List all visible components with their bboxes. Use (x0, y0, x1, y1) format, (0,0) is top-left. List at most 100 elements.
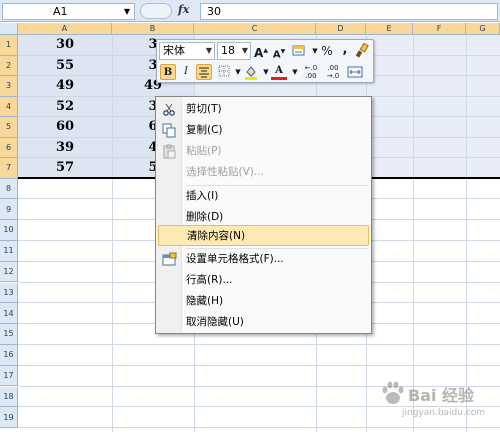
row-header-16[interactable]: 16 (0, 344, 18, 366)
row-header-19[interactable]: 19 (0, 407, 18, 429)
name-box[interactable]: A1 ▼ (2, 3, 135, 20)
formula-bar-buttons[interactable] (140, 3, 172, 19)
watermark-text: Bai 经验 (408, 386, 475, 405)
scissors-icon (163, 103, 175, 116)
grow-font-icon: A (254, 46, 264, 60)
menu-item-unhide[interactable]: 取消隐藏(U) (158, 312, 369, 333)
merge-cells-button[interactable] (347, 64, 363, 80)
column-header-f[interactable]: F (413, 23, 466, 35)
menu-item-label: 取消隐藏(U) (186, 316, 244, 328)
bold-button[interactable]: B (160, 64, 176, 80)
row-header-1[interactable]: 1 (0, 35, 18, 56)
cell-styles-icon (292, 45, 305, 56)
row-header-11[interactable]: 11 (0, 240, 18, 262)
row-header-13[interactable]: 13 (0, 282, 18, 304)
row-header-2[interactable]: 2 (0, 55, 18, 76)
row-header-17[interactable]: 17 (0, 365, 18, 387)
row-header-18[interactable]: 18 (0, 386, 18, 408)
insert-function-button[interactable]: fx (178, 3, 189, 16)
cell-a3[interactable]: 49 (18, 76, 112, 96)
gridline (18, 343, 500, 345)
decrease-decimal-icon: .00 →.0 (326, 64, 340, 80)
menu-item-hide[interactable]: 隐藏(H) (158, 291, 369, 312)
copy-icon (162, 123, 176, 138)
row-header-15[interactable]: 15 (0, 324, 18, 345)
format-cells-icon (162, 252, 177, 266)
menu-item-label: 剪切(T) (186, 103, 222, 115)
menu-item-copy[interactable]: 复制(C) (158, 120, 369, 141)
menu-item-label: 复制(C) (186, 124, 223, 136)
menu-item-format-cells[interactable]: 设置单元格格式(F)... (158, 249, 369, 270)
font-color-button[interactable]: A (271, 63, 287, 80)
increase-decimal-button[interactable]: ←.0 .00 (301, 64, 321, 80)
name-box-value: A1 (53, 5, 68, 18)
format-painter-style-button[interactable] (291, 43, 307, 59)
row-header-8[interactable]: 8 (0, 178, 18, 200)
menu-item-label: 清除内容(N) (187, 230, 246, 242)
merge-center-icon (347, 66, 363, 78)
column-header-a[interactable]: A (18, 23, 112, 35)
fill-color-button[interactable] (243, 64, 259, 80)
column-header-d[interactable]: D (316, 23, 366, 35)
shrink-font-button[interactable]: A▼ (271, 44, 287, 60)
font-size-select[interactable]: 18 ▼ (217, 42, 251, 60)
chevron-down-icon[interactable]: ▼ (124, 4, 130, 19)
menu-item-label: 选择性粘贴(V)... (186, 166, 264, 178)
menu-item-cut[interactable]: 剪切(T) (158, 99, 369, 120)
cell-a7[interactable]: 57 (18, 158, 112, 178)
cell-a5[interactable]: 60 (18, 117, 112, 137)
font-name-value: 宋体 (163, 44, 185, 57)
borders-icon (218, 65, 230, 77)
shrink-font-icon: A (272, 49, 281, 61)
formula-input[interactable]: 30 (200, 3, 498, 20)
italic-button[interactable]: I (178, 64, 194, 80)
fx-area: fx (140, 3, 198, 20)
cell-a4[interactable]: 52 (18, 97, 112, 117)
comma-style-button[interactable]: , (337, 42, 353, 58)
row-header-7[interactable]: 7 (0, 158, 18, 179)
increase-decimal-icon: ←.0 .00 (304, 64, 318, 80)
row-header-4[interactable]: 4 (0, 96, 18, 117)
select-all-corner[interactable] (0, 23, 18, 35)
row-header-12[interactable]: 12 (0, 261, 18, 283)
watermark-url: jingyan.baidu.com (402, 408, 486, 418)
column-header-g[interactable]: G (466, 23, 500, 35)
menu-item-label: 隐藏(H) (186, 295, 224, 307)
cell-a1[interactable]: 30 (18, 35, 112, 55)
percent-style-button[interactable]: % (319, 43, 335, 59)
align-center-icon (199, 67, 209, 78)
cell-a2[interactable]: 55 (18, 56, 112, 76)
formula-bar: A1 ▼ fx 30 (0, 0, 500, 22)
menu-item-insert[interactable]: 插入(I) (158, 186, 369, 207)
chevron-down-icon[interactable]: ▼ (206, 43, 212, 59)
row-header-14[interactable]: 14 (0, 303, 18, 325)
menu-item-clear-contents[interactable]: 清除内容(N) (158, 225, 369, 246)
format-painter-button[interactable] (354, 42, 370, 59)
row-header-10[interactable]: 10 (0, 220, 18, 241)
center-align-button[interactable] (196, 64, 212, 80)
menu-item-paste-special[interactable]: 选择性粘贴(V)... (158, 162, 369, 183)
menu-item-label: 粘贴(P) (186, 145, 222, 157)
row-header-9[interactable]: 9 (0, 199, 18, 221)
gridline (18, 364, 500, 366)
context-menu: 剪切(T) 复制(C) 粘贴(P) 选择性粘贴(V)... 插入(I) 删除(D… (155, 96, 372, 334)
menu-item-row-height[interactable]: 行高(R)... (158, 270, 369, 291)
row-header-5[interactable]: 5 (0, 117, 18, 138)
column-header-b[interactable]: B (112, 23, 194, 35)
chevron-down-icon[interactable]: ▼ (242, 43, 248, 59)
row-header-6[interactable]: 6 (0, 137, 18, 158)
paint-bucket-icon (245, 66, 257, 80)
grow-font-button[interactable]: A▲ (253, 43, 269, 60)
font-size-value: 18 (221, 44, 235, 57)
menu-item-label: 设置单元格格式(F)... (186, 253, 284, 265)
decrease-decimal-button[interactable]: .00 →.0 (323, 64, 343, 80)
baidu-jingyan-watermark: Bai 经验 jingyan.baidu.com (380, 378, 498, 428)
row-header-3[interactable]: 3 (0, 76, 18, 97)
menu-item-label: 行高(R)... (186, 274, 233, 286)
mini-toolbar: 宋体 ▼ 18 ▼ A▲ A▼ ▼ % , B I ▼ ▼ A ▼ ←.0 .0… (156, 39, 374, 83)
column-header-c[interactable]: C (194, 23, 316, 35)
menu-item-paste[interactable]: 粘贴(P) (158, 141, 369, 162)
cell-a6[interactable]: 39 (18, 138, 112, 158)
column-header-e[interactable]: E (366, 23, 413, 35)
font-name-select[interactable]: 宋体 ▼ (159, 42, 215, 60)
